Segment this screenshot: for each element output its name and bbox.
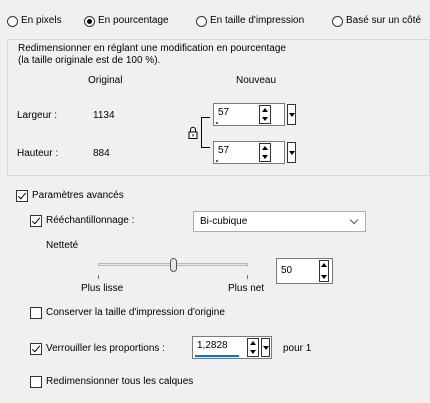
width-input-underline (216, 122, 218, 124)
radio-one-side-label[interactable]: Basé sur un côté (346, 15, 421, 26)
width-spin-up-icon[interactable] (262, 108, 268, 112)
width-spin-down-icon[interactable] (262, 117, 268, 121)
width-original-value: 1134 (93, 110, 115, 121)
chevron-down-icon[interactable] (349, 215, 359, 225)
height-new-value: 57 (218, 145, 230, 156)
height-spin-buttons[interactable] (259, 143, 271, 162)
width-unit-dropdown[interactable] (287, 104, 296, 125)
resample-checkbox[interactable] (30, 215, 42, 227)
ratio-spin-buttons[interactable] (247, 338, 259, 357)
ratio-value: 1,2828 (197, 340, 228, 351)
sharpness-spin-down-icon[interactable] (321, 275, 327, 279)
height-original-value: 884 (93, 148, 110, 159)
height-new-input[interactable]: 57 (213, 141, 285, 164)
radio-print-size[interactable] (196, 16, 207, 27)
ratio-spin-up-icon[interactable] (250, 341, 256, 345)
radio-print-size-label[interactable]: En taille d'impression (210, 15, 304, 26)
sharpness-spin-buttons[interactable] (319, 260, 329, 282)
width-new-value: 57 (218, 107, 230, 118)
ratio-dropdown[interactable] (261, 338, 270, 357)
resize-description-line2: (la taille originale est de 100 %). (18, 55, 161, 66)
resample-method-select[interactable]: Bi-cubique (193, 211, 366, 232)
width-label: Largeur : (17, 110, 58, 121)
resample-method-value: Bi-cubique (200, 216, 248, 227)
height-unit-dropdown[interactable] (287, 142, 296, 163)
sharpness-value: 50 (281, 265, 293, 276)
width-new-input[interactable]: 57 (213, 103, 285, 126)
ratio-input[interactable]: 1,2828 (192, 336, 272, 359)
resize-description-line1: Redimensionner en réglant une modificati… (18, 43, 286, 54)
radio-pixels-label[interactable]: En pixels (21, 15, 62, 26)
radio-pixels[interactable] (7, 16, 18, 27)
advanced-checkbox[interactable] (16, 190, 28, 202)
lock-icon[interactable] (188, 126, 198, 139)
original-header: Original (88, 75, 123, 86)
ratio-input-underline (195, 355, 239, 357)
lock-ratio-checkbox[interactable] (30, 343, 42, 355)
advanced-label[interactable]: Paramètres avancés (32, 190, 124, 201)
sharpness-slider-thumb[interactable] (169, 258, 177, 272)
lock-ratio-label[interactable]: Verrouiller les proportions : (46, 343, 165, 354)
ratio-spin-down-icon[interactable] (250, 350, 256, 354)
radio-percentage[interactable] (84, 16, 95, 27)
height-spin-down-icon[interactable] (262, 155, 268, 159)
resize-all-layers-checkbox[interactable] (30, 376, 42, 388)
slider-max-label: Plus net (228, 283, 265, 294)
height-label: Hauteur : (17, 148, 59, 159)
slider-min-label: Plus lisse (81, 283, 124, 294)
radio-percentage-label[interactable]: En pourcentage (98, 15, 169, 26)
resize-all-layers-label[interactable]: Redimensionner tous les calques (46, 376, 193, 387)
sharpness-input[interactable]: 50 (276, 258, 333, 284)
sharpness-label: Netteté (46, 240, 79, 251)
height-spin-up-icon[interactable] (262, 146, 268, 150)
new-header: Nouveau (236, 75, 277, 86)
resample-label[interactable]: Rééchantillonnage : (46, 215, 134, 226)
link-bracket (201, 117, 210, 148)
slider-tick-max (247, 275, 248, 279)
radio-one-side[interactable] (332, 16, 343, 27)
sharpness-spin-up-icon[interactable] (321, 263, 327, 267)
slider-tick-min (98, 275, 99, 279)
keep-print-size-label[interactable]: Conserver la taille d'impression d'origi… (46, 307, 225, 318)
height-input-underline (216, 160, 218, 162)
keep-print-size-checkbox[interactable] (30, 307, 42, 319)
ratio-suffix: pour 1 (283, 343, 312, 354)
width-spin-buttons[interactable] (259, 105, 271, 124)
